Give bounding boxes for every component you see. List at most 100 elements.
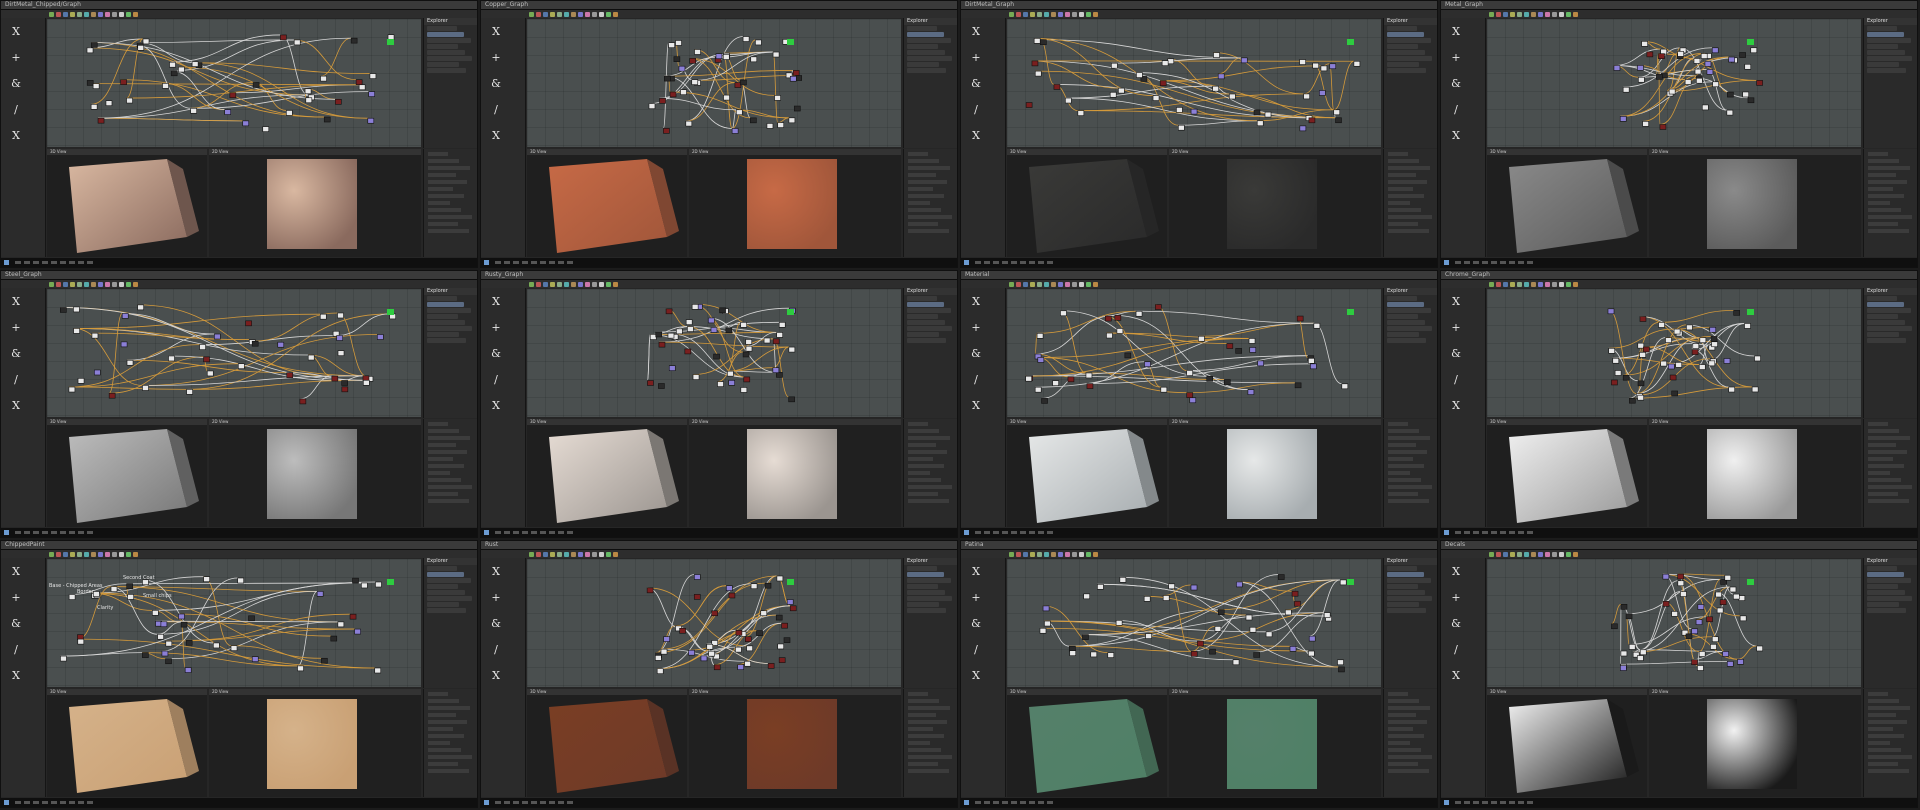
graph-node[interactable] [230,645,238,651]
gradient-icon[interactable]: / [7,372,25,386]
taskbar-app-icon[interactable] [60,531,66,534]
property-field[interactable] [1388,229,1429,233]
property-field[interactable] [1868,429,1899,433]
graph-node[interactable] [368,91,375,97]
graph-node[interactable] [1264,111,1272,118]
property-field[interactable] [1388,443,1416,447]
function-icon[interactable]: X [7,564,25,578]
property-field[interactable] [428,457,453,461]
graph-node[interactable] [1249,347,1257,353]
taskbar-app-icon[interactable] [1518,261,1524,264]
graph-node[interactable] [1145,633,1152,639]
graph-node[interactable] [1673,328,1681,335]
graph-node[interactable] [363,379,370,386]
graph-node[interactable] [229,92,237,99]
output-node[interactable] [387,579,394,585]
toolbar-button[interactable] [592,281,597,287]
toolbar-button[interactable] [613,281,618,287]
explorer-item[interactable] [1387,338,1426,343]
toolbar-button[interactable] [1496,11,1501,17]
graph-node[interactable] [713,353,720,360]
graph-node[interactable] [655,331,663,338]
property-field[interactable] [908,499,949,503]
property-field[interactable] [908,492,938,496]
graph-node[interactable] [1629,397,1636,404]
graph-node[interactable] [1115,620,1123,626]
graph-node[interactable] [1197,640,1204,647]
graph-node[interactable] [663,128,670,134]
toolbar-button[interactable] [613,11,618,17]
taskbar-app-icon[interactable] [1500,261,1506,264]
property-field[interactable] [428,769,469,773]
taskbar-app-icon[interactable] [42,261,48,264]
toolbar-button[interactable] [1496,281,1501,287]
explorer-item[interactable] [907,38,951,43]
graph-node[interactable] [199,344,206,350]
graph-node[interactable] [206,370,214,377]
toolbar-button[interactable] [585,281,590,287]
graph-node[interactable] [304,88,312,95]
graph-node[interactable] [778,322,786,328]
graph-node[interactable] [1656,74,1663,80]
graph-node[interactable] [299,398,307,405]
toolbar-button[interactable] [550,551,555,557]
property-field[interactable] [1868,450,1907,454]
graph-node[interactable] [647,380,654,386]
toolbar-button[interactable] [564,551,569,557]
graph-node[interactable] [1248,338,1256,344]
graph-node[interactable] [1085,372,1093,379]
graph-node[interactable] [1289,646,1297,652]
graph-node[interactable] [142,385,149,391]
graph-node[interactable] [1641,41,1648,47]
graph-node[interactable] [1161,60,1169,66]
taskbar-app-icon[interactable] [1029,261,1035,264]
property-field[interactable] [428,152,448,156]
output-node[interactable] [787,309,794,315]
property-field[interactable] [908,755,952,759]
taskbar-app-icon[interactable] [1509,261,1515,264]
taskbar-app-icon[interactable] [51,261,57,264]
graph-node[interactable] [178,66,185,73]
toolbar-button[interactable] [63,281,68,287]
explorer-item[interactable] [427,578,471,583]
graph-node[interactable] [772,338,780,345]
function-icon[interactable]: X [1447,564,1465,578]
explorer-item[interactable] [1387,326,1432,331]
graph-node[interactable] [1691,349,1699,355]
property-field[interactable] [1388,222,1418,226]
taskbar-app-icon[interactable] [1527,261,1533,264]
taskbar-app-icon[interactable] [1509,801,1515,804]
graph-node[interactable] [1167,58,1175,65]
gradient-icon[interactable]: / [1447,642,1465,656]
gradient-icon[interactable]: / [487,372,505,386]
property-field[interactable] [1388,187,1413,191]
graph-node[interactable] [680,89,687,95]
start-icon[interactable] [1444,530,1449,535]
graph-node[interactable] [1756,645,1763,652]
toolbar-button[interactable] [1517,281,1522,287]
explorer-item[interactable] [427,314,458,319]
explorer-item[interactable] [1867,38,1911,43]
property-field[interactable] [1388,152,1408,156]
explorer-item[interactable] [907,602,939,607]
graph-node[interactable] [735,109,743,116]
graph-node[interactable] [1643,346,1650,353]
property-field[interactable] [908,769,949,773]
toolbar-button[interactable] [557,281,562,287]
toolbar-button[interactable] [1503,11,1508,17]
property-field[interactable] [1388,692,1408,696]
add-icon[interactable]: + [487,50,505,64]
property-field[interactable] [908,692,928,696]
graph-node[interactable] [355,79,363,85]
property-field[interactable] [428,699,459,703]
graph-node[interactable] [1750,47,1758,54]
property-field[interactable] [428,748,461,752]
property-field[interactable] [1388,457,1413,461]
graph-node[interactable] [354,628,361,635]
3d-view[interactable]: 3D View [47,419,207,527]
graph-node[interactable] [772,51,780,58]
output-node[interactable] [1347,309,1354,315]
property-field[interactable] [1868,215,1912,219]
explorer-item[interactable] [907,68,946,73]
toolbar-button[interactable] [119,551,124,557]
